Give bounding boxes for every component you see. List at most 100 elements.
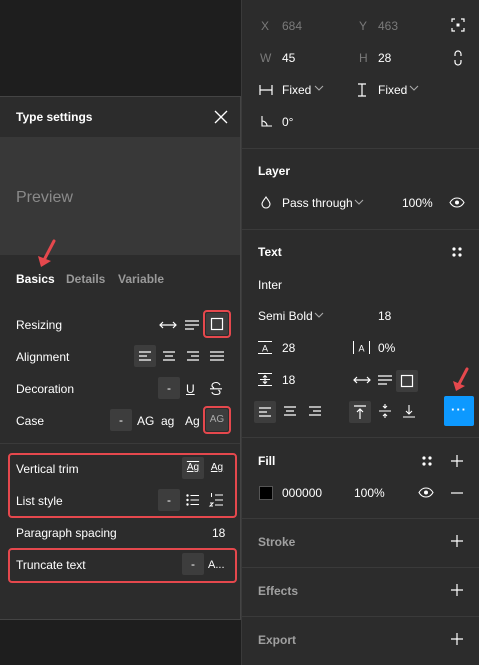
- paragraph-spacing-input[interactable]: 18: [212, 526, 225, 540]
- horizontal-resizing-icon: [259, 85, 273, 95]
- preview-text: Preview: [16, 189, 73, 206]
- w-input[interactable]: 45: [282, 51, 295, 65]
- align-center-icon[interactable]: [162, 351, 176, 361]
- annotation-highlight: [8, 548, 237, 583]
- divider: [242, 229, 479, 230]
- minus-icon[interactable]: [451, 492, 463, 494]
- divider: [0, 443, 240, 444]
- underline-button[interactable]: U: [186, 382, 195, 396]
- auto-height-icon[interactable]: [378, 375, 392, 385]
- x-input[interactable]: 684: [282, 19, 302, 33]
- chevron-down-icon: [409, 85, 419, 91]
- blend-mode-select[interactable]: Pass through: [282, 196, 353, 210]
- tab-variable[interactable]: Variable: [118, 272, 164, 286]
- tab-details[interactable]: Details: [66, 272, 105, 286]
- lowercase-button[interactable]: ag: [161, 414, 174, 428]
- plus-icon[interactable]: [451, 633, 463, 645]
- divider: [242, 567, 479, 568]
- fill-section-title: Fill: [258, 454, 276, 468]
- align-justify-icon[interactable]: [210, 351, 224, 361]
- letter-spacing-input[interactable]: 0%: [378, 341, 395, 355]
- paragraph-spacing-icon: [258, 373, 272, 386]
- line-height-input[interactable]: 28: [282, 341, 295, 355]
- plus-icon[interactable]: [451, 535, 463, 547]
- vertical-resizing-select[interactable]: Fixed: [378, 83, 407, 97]
- layer-opacity-input[interactable]: 100%: [402, 196, 433, 210]
- align-left-button[interactable]: [254, 401, 276, 423]
- paragraph-spacing-input[interactable]: 18: [282, 373, 295, 387]
- letter-spacing-icon: A: [353, 341, 370, 354]
- stroke-section-title: Stroke: [258, 535, 296, 549]
- align-right-icon[interactable]: [308, 406, 322, 416]
- fill-color-swatch[interactable]: [259, 486, 273, 500]
- layer-section-title: Layer: [258, 164, 291, 178]
- align-center-icon[interactable]: [283, 406, 297, 416]
- case-none-button[interactable]: -: [110, 409, 132, 431]
- h-input[interactable]: 28: [378, 51, 391, 65]
- chevron-down-icon: [354, 199, 364, 205]
- annotation-arrow-icon: [451, 367, 471, 394]
- styles-grid-icon[interactable]: [452, 247, 462, 257]
- plus-icon[interactable]: [451, 455, 463, 467]
- styles-grid-icon[interactable]: [422, 456, 432, 466]
- svg-text:A: A: [262, 344, 268, 354]
- constraints-icon[interactable]: [451, 18, 465, 32]
- chevron-down-icon: [314, 85, 324, 91]
- eye-icon[interactable]: [449, 197, 465, 208]
- title-case-button[interactable]: Ag: [185, 414, 200, 428]
- divider: [242, 518, 479, 519]
- font-family-select[interactable]: Inter: [258, 278, 282, 292]
- align-bottom-icon[interactable]: [403, 404, 415, 418]
- type-settings-panel: Type settings Preview Basics Details Var…: [0, 96, 241, 620]
- effects-section-title: Effects: [258, 584, 299, 598]
- plus-icon[interactable]: [451, 584, 463, 596]
- strikethrough-icon[interactable]: [210, 381, 222, 396]
- preview-area: Preview: [0, 137, 240, 255]
- rotation-icon: [261, 116, 272, 127]
- align-middle-icon[interactable]: [379, 404, 391, 418]
- annotation-arrow-icon: [36, 239, 58, 270]
- paragraph-spacing-label: Paragraph spacing: [16, 526, 117, 540]
- divider: [242, 148, 479, 149]
- svg-text:A: A: [358, 344, 364, 354]
- case-label: Case: [16, 414, 45, 428]
- export-section-title: Export: [258, 633, 297, 647]
- type-settings-title: Type settings: [16, 110, 93, 124]
- annotation-highlight: [8, 453, 237, 518]
- decoration-none-button[interactable]: -: [158, 377, 180, 399]
- divider: [242, 616, 479, 617]
- line-height-icon: A: [258, 341, 272, 354]
- align-right-icon[interactable]: [186, 351, 200, 361]
- close-icon[interactable]: [214, 110, 228, 124]
- annotation-highlight: [203, 310, 231, 338]
- auto-width-icon[interactable]: [353, 376, 371, 384]
- fill-hex-input[interactable]: 000000: [282, 486, 322, 500]
- rotation-input[interactable]: 0°: [282, 115, 293, 129]
- alignment-label: Alignment: [16, 350, 70, 364]
- text-section-title: Text: [258, 245, 282, 259]
- design-panel: X 684 Y 463 W 45 H 28 Fixed Fixed 0° Lay…: [241, 0, 479, 665]
- auto-height-icon[interactable]: [185, 320, 199, 330]
- align-top-button[interactable]: [349, 401, 371, 423]
- x-label: X: [261, 19, 270, 33]
- fill-opacity-input[interactable]: 100%: [354, 486, 385, 500]
- w-label: W: [260, 51, 272, 65]
- blend-mode-drop-icon: [261, 196, 271, 209]
- font-size-input[interactable]: 18: [378, 309, 391, 323]
- y-label: Y: [359, 19, 368, 33]
- type-settings-button[interactable]: ···: [444, 396, 474, 426]
- constrain-proportions-icon[interactable]: [453, 50, 463, 66]
- h-label: H: [359, 51, 368, 65]
- y-input[interactable]: 463: [378, 19, 398, 33]
- tab-basics[interactable]: Basics: [16, 272, 55, 286]
- horizontal-resizing-select[interactable]: Fixed: [282, 83, 311, 97]
- chevron-down-icon: [314, 312, 324, 318]
- auto-width-icon[interactable]: [159, 321, 177, 329]
- align-left-button[interactable]: [134, 345, 156, 367]
- vertical-resizing-icon: [358, 83, 366, 97]
- fixed-size-button[interactable]: [396, 370, 418, 392]
- uppercase-button[interactable]: AG: [137, 414, 154, 428]
- eye-icon[interactable]: [418, 487, 434, 498]
- resizing-label: Resizing: [16, 318, 63, 332]
- font-weight-select[interactable]: Semi Bold: [258, 309, 313, 323]
